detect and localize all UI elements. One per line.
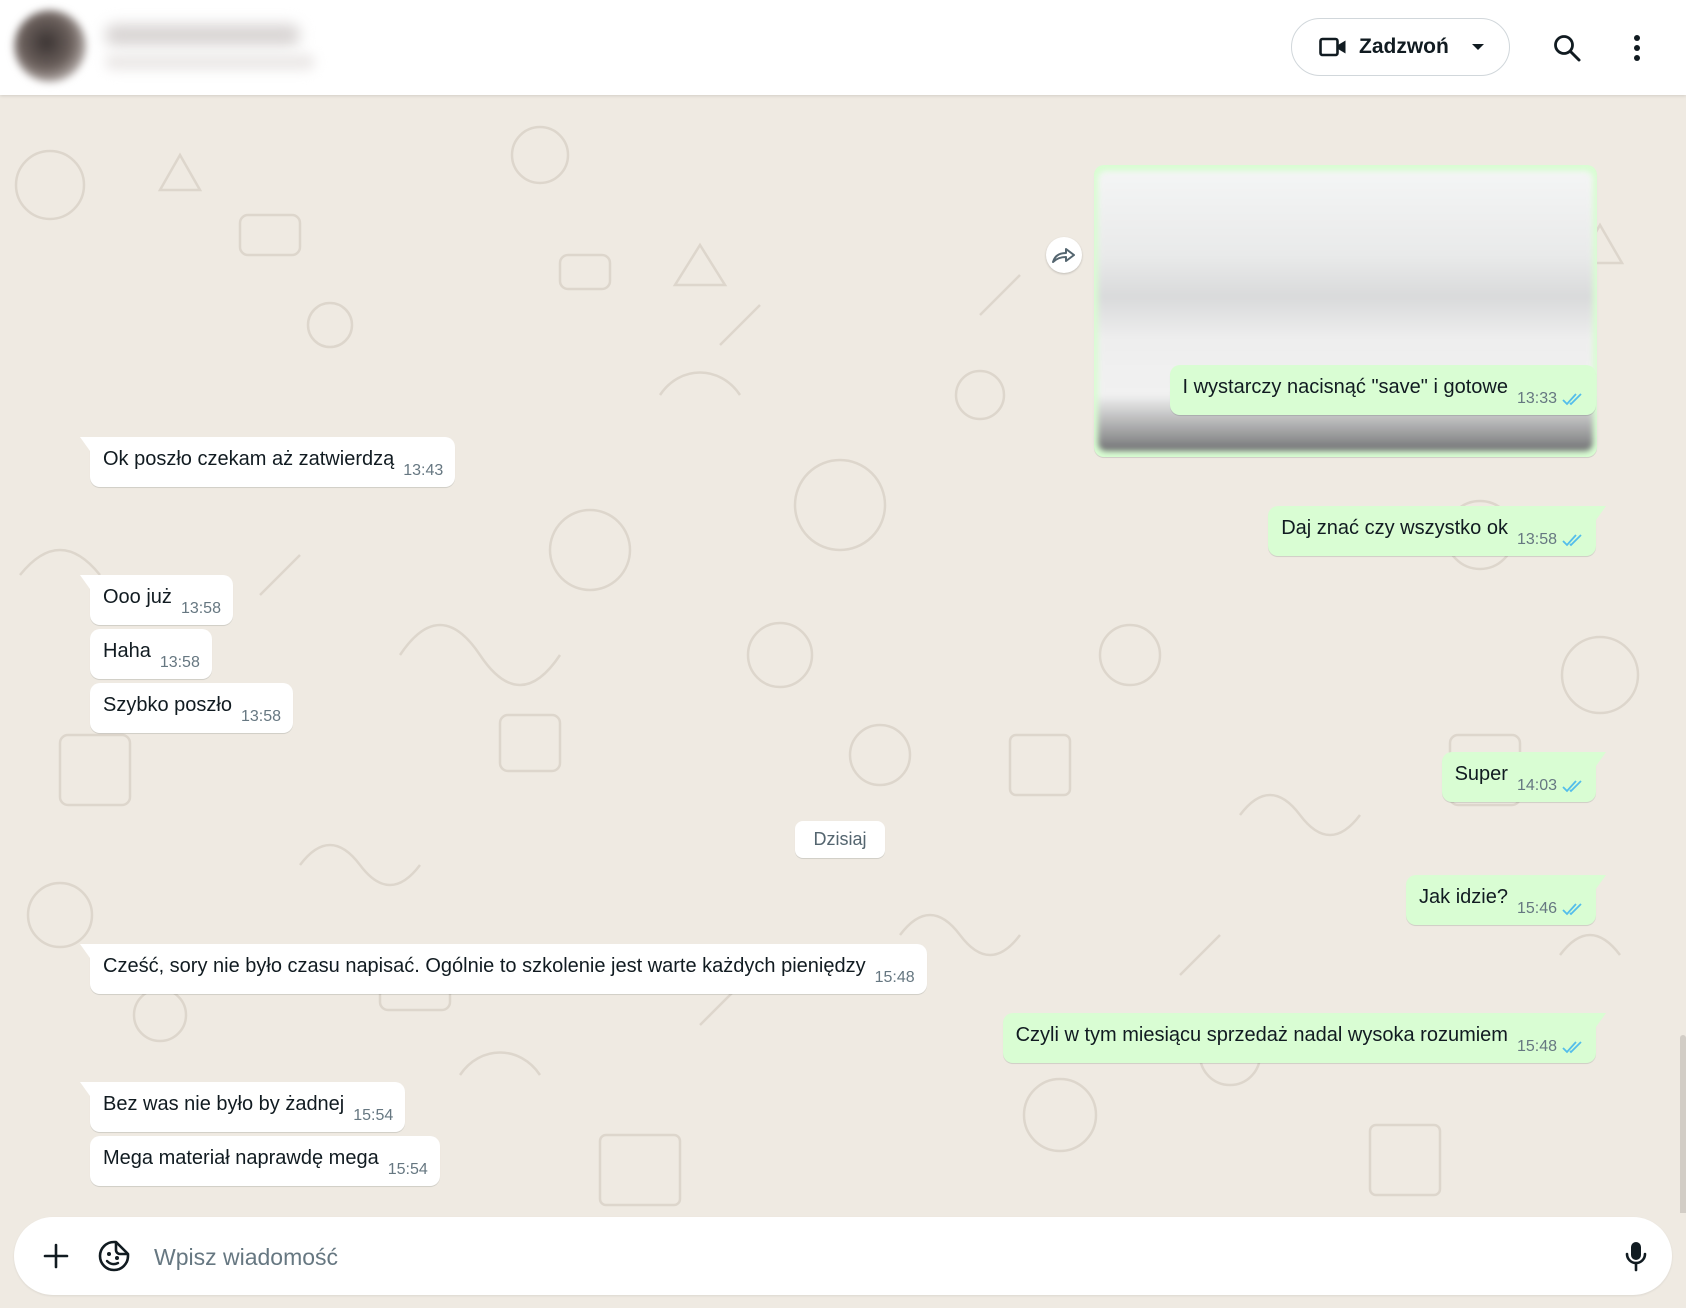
microphone-icon[interactable] <box>1616 1236 1656 1276</box>
message-time: 15:48 <box>874 969 915 986</box>
incoming-message[interactable]: Cześć, sory nie było czasu napisać. Ogól… <box>80 944 927 994</box>
message-text: Ok poszło czekam aż zatwierdzą <box>103 447 395 470</box>
message-text: Jak idzie? <box>1419 885 1508 908</box>
read-ticks-icon <box>1562 392 1584 406</box>
read-ticks-icon <box>1562 902 1584 916</box>
more-menu-icon[interactable] <box>1622 28 1652 68</box>
call-button-label: Zadzwoń <box>1359 35 1449 58</box>
date-separator: Dzisiaj <box>795 821 885 858</box>
message-composer <box>14 1217 1672 1295</box>
contact-status-redacted <box>105 54 315 70</box>
incoming-message[interactable]: Mega materiał naprawdę mega 15:54 <box>90 1136 440 1186</box>
incoming-message[interactable]: Ok poszło czekam aż zatwierdzą 13:43 <box>79 437 456 487</box>
read-ticks-icon <box>1562 1040 1584 1054</box>
read-ticks-icon <box>1562 533 1584 547</box>
message-time: 13:58 <box>180 600 221 617</box>
message-time: 15:54 <box>387 1161 428 1178</box>
outgoing-message[interactable]: Jak idzie? 15:46 <box>1406 875 1606 925</box>
message-time: 13:33 <box>1516 390 1557 407</box>
read-ticks-icon <box>1562 779 1584 793</box>
message-text: Daj znać czy wszystko ok <box>1281 516 1508 539</box>
message-input[interactable] <box>152 1231 1576 1283</box>
chat-area[interactable]: I wystarczy nacisnąć "save" i gotowe 13:… <box>0 95 1686 1213</box>
dropdown-arrow-icon[interactable] <box>1471 43 1485 51</box>
message-text: Czyli w tym miesiącu sprzedaż nadal wyso… <box>1015 1023 1508 1046</box>
message-time: 14:03 <box>1516 777 1557 794</box>
footer-strip <box>0 1300 1686 1308</box>
incoming-message[interactable]: Haha 13:58 <box>90 629 212 679</box>
message-time: 15:48 <box>1516 1038 1557 1055</box>
outgoing-message[interactable]: Super 14:03 <box>1441 752 1607 802</box>
incoming-message[interactable]: Ooo już 13:58 <box>80 575 233 625</box>
message-time: 13:58 <box>240 708 282 725</box>
call-button[interactable]: Zadzwoń <box>1291 18 1510 76</box>
message-text: Szybko poszło <box>103 693 232 716</box>
video-camera-icon <box>1319 36 1347 58</box>
message-text: Bez was nie było by żadnej <box>103 1092 345 1115</box>
incoming-message[interactable]: Szybko poszło 13:58 <box>90 683 294 733</box>
chat-header: Zadzwoń <box>0 0 1686 95</box>
incoming-message[interactable]: Bez was nie było by żadnej 15:54 <box>79 1082 406 1132</box>
outgoing-message[interactable]: Daj znać czy wszystko ok 13:58 <box>1268 506 1606 556</box>
outgoing-message[interactable]: I wystarczy nacisnąć "save" i gotowe 13:… <box>1169 365 1596 415</box>
message-text: Haha <box>103 639 151 662</box>
forward-icon[interactable] <box>1046 237 1082 273</box>
message-time: 15:46 <box>1516 900 1557 917</box>
message-time: 13:58 <box>159 654 200 671</box>
message-text: I wystarczy nacisnąć "save" i gotowe <box>1182 375 1508 398</box>
outgoing-message[interactable]: Czyli w tym miesiącu sprzedaż nadal wyso… <box>1002 1013 1607 1063</box>
message-text: Mega materiał naprawdę mega <box>103 1146 379 1169</box>
plus-icon[interactable] <box>36 1236 76 1276</box>
message-text: Ooo już <box>103 585 172 608</box>
message-time: 13:43 <box>403 462 444 479</box>
contact-name-redacted[interactable] <box>105 24 300 46</box>
search-icon[interactable] <box>1547 28 1587 68</box>
message-time: 13:58 <box>1516 531 1557 548</box>
message-text: Super <box>1454 762 1508 785</box>
chat-scrollbar[interactable] <box>1680 1035 1686 1213</box>
sticker-icon[interactable] <box>94 1236 134 1276</box>
message-text: Cześć, sory nie było czasu napisać. Ogól… <box>103 954 866 977</box>
contact-avatar[interactable] <box>14 10 86 82</box>
message-time: 15:54 <box>353 1107 394 1124</box>
